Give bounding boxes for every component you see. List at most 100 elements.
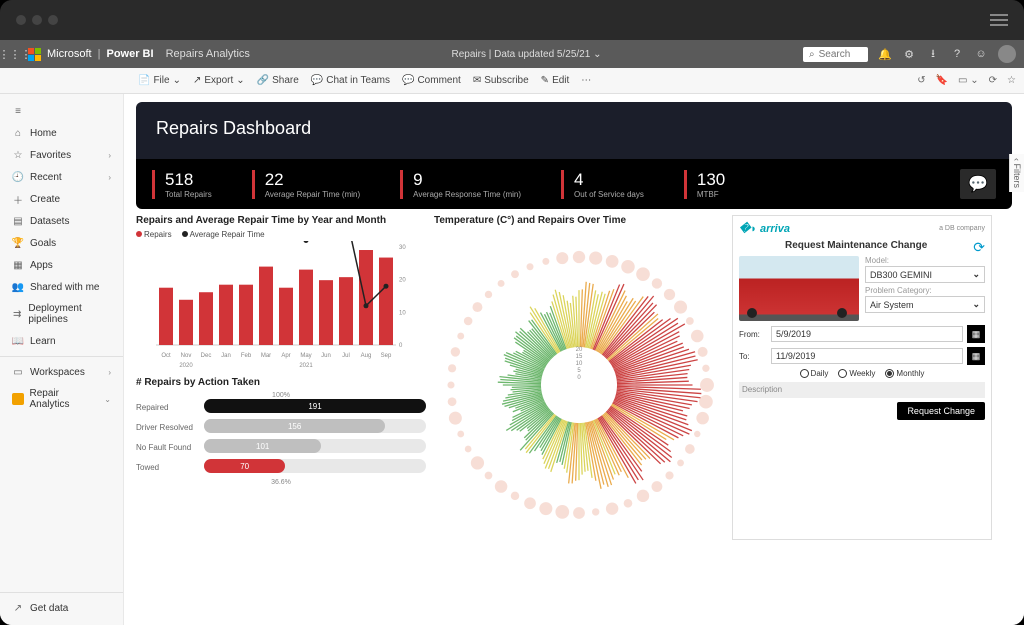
svg-text:10: 10 bbox=[399, 310, 406, 316]
sidebar-item-home[interactable]: ⌂Home bbox=[0, 122, 123, 144]
kpi-mtbf: 130MTBF bbox=[684, 170, 725, 199]
share-button[interactable]: 🔗 Share bbox=[257, 75, 299, 86]
notification-icon[interactable]: 🔔 bbox=[878, 47, 892, 61]
radial-chart-card[interactable]: Temperature (C°) and Repairs Over Time 0… bbox=[434, 215, 724, 540]
sidebar-item-shared[interactable]: 👥Shared with me bbox=[0, 276, 123, 298]
svg-text:Jun: Jun bbox=[321, 353, 331, 359]
search-input[interactable] bbox=[819, 49, 859, 60]
kpi-avg-response-time: 9Average Response Time (min) bbox=[400, 170, 521, 199]
chevron-down-icon: ⌄ bbox=[972, 299, 980, 310]
svg-text:Jul: Jul bbox=[342, 353, 350, 359]
workspace-name[interactable]: Repairs Analytics bbox=[166, 48, 250, 60]
sidebar-item-apps[interactable]: ▦Apps bbox=[0, 254, 123, 276]
reset-icon[interactable]: ↺ bbox=[917, 75, 925, 86]
svg-text:10: 10 bbox=[576, 361, 583, 367]
sidebar-item-create[interactable]: ＋Create bbox=[0, 188, 123, 210]
description-input[interactable]: Description bbox=[739, 382, 985, 398]
comment-bubble-icon[interactable]: 💬 bbox=[960, 169, 996, 199]
svg-text:0: 0 bbox=[577, 375, 581, 381]
book-icon: 📖 bbox=[12, 335, 24, 347]
download-icon[interactable]: ⭳ bbox=[926, 47, 940, 61]
sidebar-workspaces[interactable]: ▭Workspaces› bbox=[0, 361, 123, 383]
to-date-input[interactable]: 11/9/2019 bbox=[771, 348, 963, 364]
comment-button[interactable]: 💬 Comment bbox=[402, 75, 461, 86]
sidebar-item-favorites[interactable]: ☆Favorites› bbox=[0, 144, 123, 166]
form-refresh-icon[interactable]: ⟳ bbox=[973, 239, 985, 256]
workspaces-icon: ▭ bbox=[12, 366, 24, 378]
search-box[interactable]: ⌕ bbox=[803, 47, 868, 62]
bus-image bbox=[739, 256, 859, 321]
sidebar-item-goals[interactable]: 🏆Goals bbox=[0, 232, 123, 254]
trophy-icon: 🏆 bbox=[12, 237, 24, 249]
shared-icon: 👥 bbox=[12, 281, 24, 293]
nav-toggle[interactable]: ≡ bbox=[0, 100, 123, 122]
apps-icon: ▦ bbox=[12, 259, 24, 271]
from-date-input[interactable]: 5/9/2019 bbox=[771, 326, 963, 342]
kpi-out-of-service: 4Out of Service days bbox=[561, 170, 644, 199]
report-toolbar: 📄 File ⌄ ↗ Export ⌄ 🔗 Share 💬 Chat in Te… bbox=[0, 68, 1024, 94]
svg-text:Jan: Jan bbox=[221, 353, 231, 359]
radio-weekly[interactable] bbox=[838, 369, 847, 378]
maintenance-form: �◗ arriva a DB company Request Maintenan… bbox=[732, 215, 992, 540]
sidebar-item-datasets[interactable]: ▤Datasets bbox=[0, 210, 123, 232]
sidebar-item-pipelines[interactable]: ⇉Deployment pipelines bbox=[0, 298, 123, 330]
star-icon[interactable]: ☆ bbox=[1007, 75, 1016, 86]
app-topbar: ⋮⋮⋮ Microsoft | Power BI Repairs Analyti… bbox=[0, 40, 1024, 68]
category-select[interactable]: Air System⌄ bbox=[865, 296, 985, 313]
file-menu[interactable]: 📄 File ⌄ bbox=[138, 75, 181, 86]
clock-icon: 🕘 bbox=[12, 171, 24, 183]
edit-button[interactable]: ✎ Edit bbox=[541, 75, 570, 86]
radio-monthly[interactable] bbox=[885, 369, 894, 378]
page-title: Repairs Dashboard bbox=[156, 118, 992, 139]
bookmark-icon[interactable]: 🔖 bbox=[936, 75, 948, 86]
combo-chart-card[interactable]: Repairs and Average Repair Time by Year … bbox=[136, 215, 426, 371]
frequency-radio-group[interactable]: Daily Weekly Monthly bbox=[739, 369, 985, 378]
feedback-icon[interactable]: ☺ bbox=[974, 47, 988, 61]
more-icon[interactable]: ⋯ bbox=[581, 75, 591, 86]
svg-text:5: 5 bbox=[577, 368, 581, 374]
plus-icon: ＋ bbox=[12, 193, 24, 205]
browser-menu-icon[interactable] bbox=[990, 14, 1008, 26]
search-icon: ⌕ bbox=[809, 49, 815, 60]
settings-icon[interactable]: ⚙ bbox=[902, 47, 916, 61]
breadcrumb[interactable]: Repairs | Data updated 5/25/21 ⌄ bbox=[250, 49, 803, 60]
star-icon: ☆ bbox=[12, 149, 24, 161]
sidebar-workspace-repair[interactable]: Repair Analytics⌄ bbox=[0, 383, 123, 415]
svg-text:Sep: Sep bbox=[381, 353, 392, 359]
refresh-icon[interactable]: ⟳ bbox=[989, 75, 997, 86]
svg-text:20: 20 bbox=[576, 347, 583, 353]
export-menu[interactable]: ↗ Export ⌄ bbox=[193, 75, 245, 86]
radial-chart: 05101520 bbox=[439, 245, 719, 525]
svg-text:2021: 2021 bbox=[299, 363, 313, 369]
svg-text:Dec: Dec bbox=[201, 353, 212, 359]
calendar-icon[interactable]: ▦ bbox=[967, 325, 985, 343]
actions-chart-card[interactable]: # Repairs by Action Taken 100% Repaired … bbox=[136, 377, 426, 486]
svg-text:20: 20 bbox=[399, 278, 406, 284]
radio-daily[interactable] bbox=[800, 369, 809, 378]
request-change-button[interactable]: Request Change bbox=[897, 402, 985, 420]
filters-pane-tab[interactable]: ‹ Filters bbox=[1009, 154, 1024, 192]
view-icon[interactable]: ▭ ⌄ bbox=[958, 75, 979, 86]
sidebar-item-learn[interactable]: 📖Learn bbox=[0, 330, 123, 352]
calendar-icon[interactable]: ▦ bbox=[967, 347, 985, 365]
model-select[interactable]: DB300 GEMINI⌄ bbox=[865, 266, 985, 283]
waffle-icon[interactable]: ⋮⋮⋮ bbox=[8, 47, 22, 61]
action-bar-row: Towed 70 bbox=[136, 459, 426, 475]
action-bar-row: No Fault Found 101 bbox=[136, 439, 426, 455]
svg-text:Apr: Apr bbox=[281, 353, 290, 359]
kpi-avg-repair-time: 22Average Repair Time (min) bbox=[252, 170, 360, 199]
sidebar-getdata[interactable]: ↗Get data bbox=[0, 597, 123, 619]
report-canvas: ‹ Filters Repairs Dashboard 518Total Rep… bbox=[124, 94, 1024, 625]
dashboard-header: Repairs Dashboard bbox=[136, 102, 1012, 159]
help-icon[interactable]: ? bbox=[950, 47, 964, 61]
chat-teams-button[interactable]: 💬 Chat in Teams bbox=[311, 75, 390, 86]
arriva-logo: �◗ arriva bbox=[739, 222, 790, 235]
svg-text:Feb: Feb bbox=[241, 353, 252, 359]
window-controls[interactable] bbox=[16, 15, 58, 25]
workspace-icon bbox=[12, 393, 24, 405]
sidebar-item-recent[interactable]: 🕘Recent› bbox=[0, 166, 123, 188]
subscribe-button[interactable]: ✉ Subscribe bbox=[473, 75, 529, 86]
database-icon: ▤ bbox=[12, 215, 24, 227]
avatar[interactable] bbox=[998, 45, 1016, 63]
brand-ms: Microsoft bbox=[47, 48, 92, 60]
